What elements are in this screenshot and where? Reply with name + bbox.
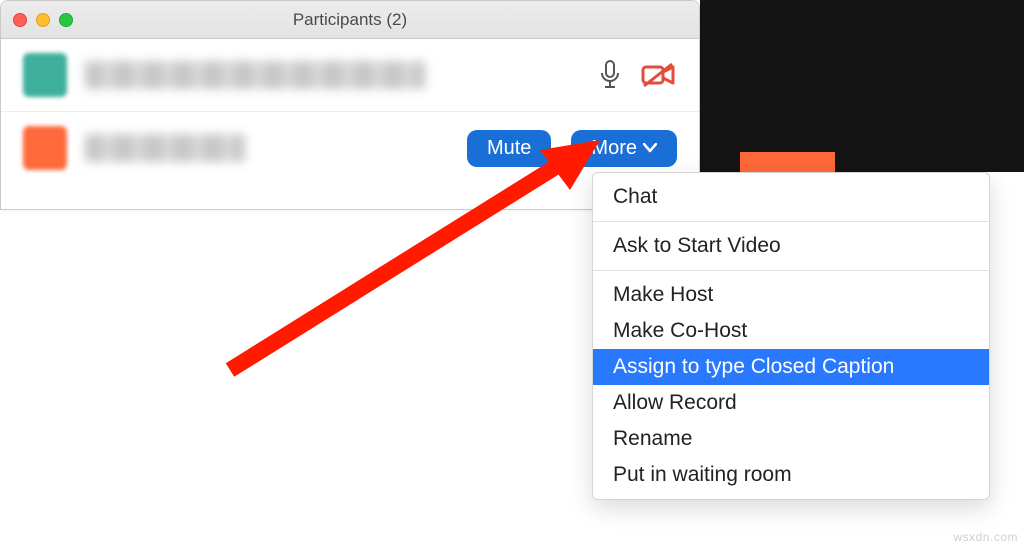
close-window-icon[interactable]	[13, 13, 27, 27]
participant-row[interactable]	[1, 39, 699, 111]
window-controls	[13, 13, 73, 27]
camera-off-icon[interactable]	[641, 61, 677, 89]
mute-button-label: Mute	[487, 137, 531, 160]
mute-button[interactable]: Mute	[467, 130, 551, 167]
menu-item[interactable]: Make Co-Host	[593, 313, 989, 349]
avatar-image	[23, 53, 67, 97]
participant-name	[85, 134, 245, 162]
window-titlebar[interactable]: Participants (2)	[1, 1, 699, 39]
menu-item[interactable]: Ask to Start Video	[593, 228, 989, 264]
menu-item[interactable]: Assign to type Closed Caption	[593, 349, 989, 385]
zoom-window-icon[interactable]	[59, 13, 73, 27]
minimize-window-icon[interactable]	[36, 13, 50, 27]
menu-separator	[593, 221, 989, 222]
avatar-image	[23, 126, 67, 170]
avatar	[23, 126, 67, 170]
watermark: wsxdn.com	[953, 530, 1018, 544]
mic-icon[interactable]	[599, 60, 621, 90]
more-context-menu: Chat Ask to Start Video Make HostMake Co-H…	[592, 172, 990, 500]
participant-name	[85, 61, 425, 89]
menu-separator	[593, 270, 989, 271]
avatar	[23, 53, 67, 97]
more-button[interactable]: More	[571, 130, 677, 167]
menu-item[interactable]: Chat	[593, 179, 989, 215]
chevron-down-icon	[643, 140, 657, 156]
menu-item[interactable]: Allow Record	[593, 385, 989, 421]
background-dark	[700, 0, 1024, 172]
menu-item[interactable]: Make Host	[593, 277, 989, 313]
window-title: Participants (2)	[293, 10, 407, 30]
menu-item[interactable]: Put in waiting room	[593, 457, 989, 493]
more-button-label: More	[591, 137, 637, 160]
background-accent-bar	[740, 152, 835, 172]
menu-item[interactable]: Rename	[593, 421, 989, 457]
